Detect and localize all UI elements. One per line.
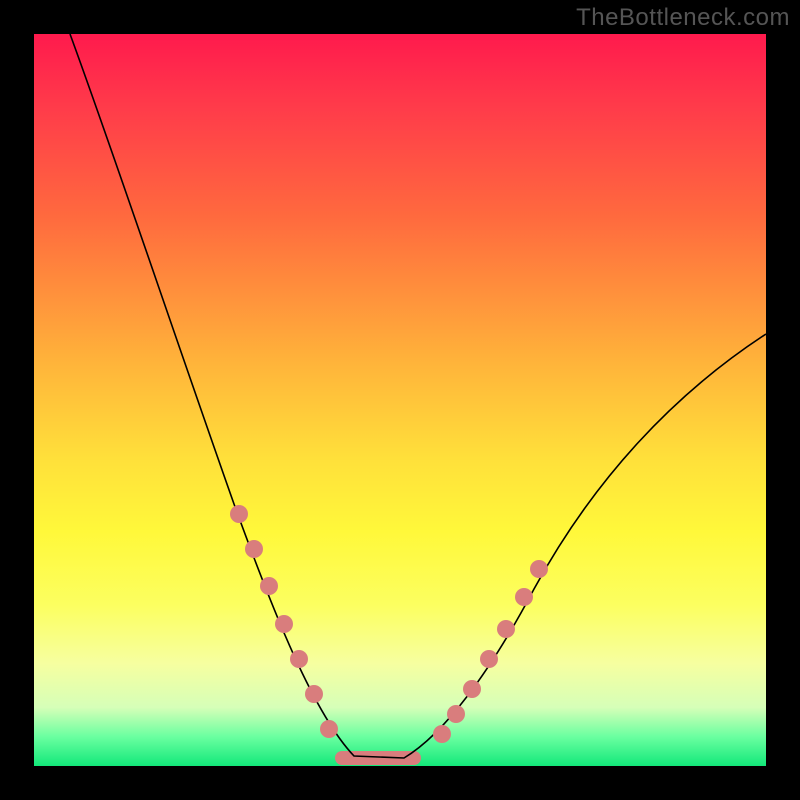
bottleneck-curve [70,34,766,758]
marker-dot [305,685,323,703]
marker-dot [480,650,498,668]
chart-frame: TheBottleneck.com [0,0,800,800]
curve-svg [34,34,766,766]
marker-dot [260,577,278,595]
gradient-plot-area [34,34,766,766]
marker-dot [230,505,248,523]
marker-dot [433,725,451,743]
marker-dot [530,560,548,578]
marker-dot [497,620,515,638]
marker-dot [447,705,465,723]
marker-dot [463,680,481,698]
marker-dot [275,615,293,633]
watermark-text: TheBottleneck.com [576,4,790,32]
marker-dot [515,588,533,606]
marker-dot [290,650,308,668]
marker-dot [245,540,263,558]
marker-dot [320,720,338,738]
